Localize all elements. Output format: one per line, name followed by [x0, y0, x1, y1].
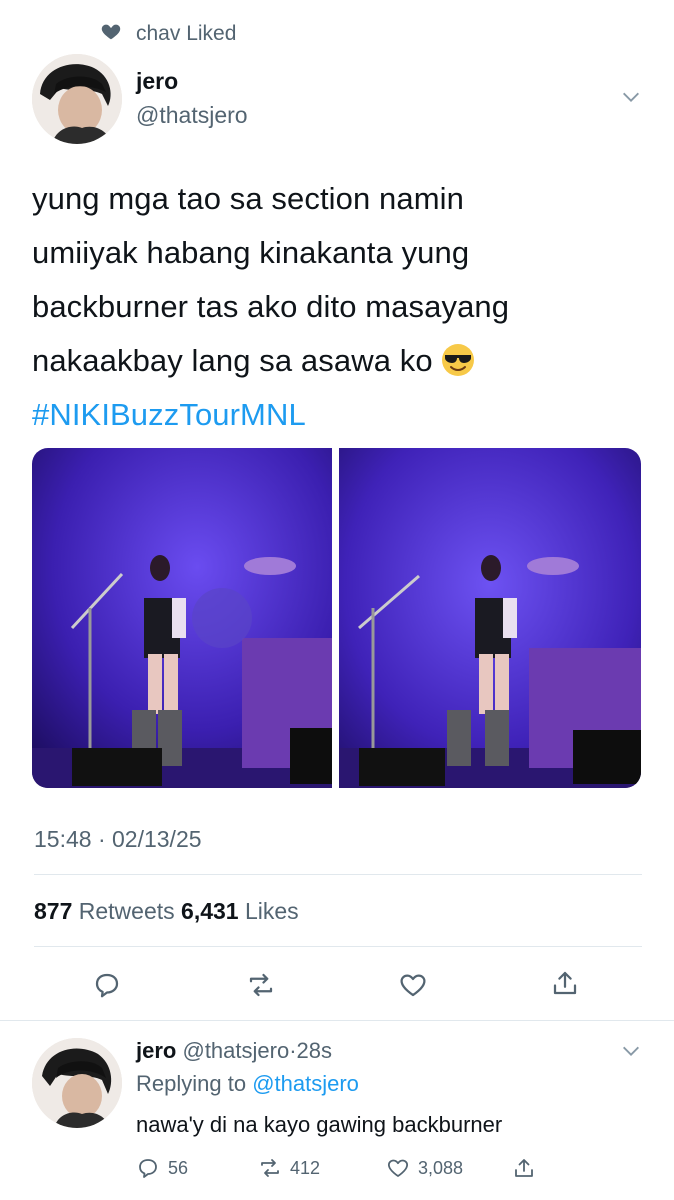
chevron-down-icon[interactable] — [620, 1040, 642, 1067]
social-context: chav Liked — [100, 20, 236, 48]
reply-header: jero @thatsjero·28s — [136, 1038, 332, 1064]
likes-count[interactable]: 6,431 — [181, 898, 239, 924]
reply-button[interactable] — [92, 970, 122, 1005]
author-name[interactable]: jero — [136, 68, 178, 95]
tweet-timestamp[interactable]: 15:48 · 02/13/25 — [34, 826, 202, 853]
tweet-text-line: umiiyak habang kinakanta yung — [32, 235, 470, 270]
reply-author-handle[interactable]: @thatsjero — [182, 1038, 289, 1063]
divider — [0, 1020, 674, 1021]
social-context-label: chav Liked — [136, 22, 237, 45]
like-button[interactable] — [398, 970, 428, 1005]
author-handle[interactable]: @thatsjero — [136, 102, 248, 129]
tweet-stats: 877 Retweets 6,431 Likes — [34, 898, 299, 925]
tweet-text-line: nakaakbay lang sa asawa ko — [32, 334, 632, 388]
heart-filled-icon — [100, 20, 122, 48]
share-button[interactable] — [550, 968, 580, 1003]
tweet-text-line: backburner tas ako dito masayang — [32, 289, 510, 324]
heart-icon — [387, 1159, 409, 1177]
chevron-down-icon[interactable] — [620, 86, 642, 113]
reply-author-name[interactable]: jero — [136, 1038, 176, 1063]
heart-icon — [400, 974, 426, 997]
reply-reply-count: 56 — [168, 1157, 189, 1178]
tweet-photo-2[interactable] — [339, 448, 641, 788]
divider — [34, 874, 642, 875]
reply-separator: · — [289, 1038, 297, 1063]
tweet-text: yung mga tao sa section namin umiiyak ha… — [32, 172, 632, 442]
reply-like-button[interactable]: 3,088 — [386, 1156, 463, 1180]
replying-to-label: Replying to — [136, 1071, 247, 1096]
tweet-text-line: yung mga tao sa section namin — [32, 181, 464, 216]
reply-retweet-count: 412 — [290, 1157, 321, 1178]
reply-icon — [139, 1159, 157, 1178]
divider — [34, 946, 642, 947]
retweet-icon — [261, 1159, 279, 1177]
tweet-photo-1[interactable] — [32, 448, 332, 788]
retweet-button[interactable] — [246, 970, 276, 1005]
replying-to: Replying to @thatsjero — [136, 1071, 359, 1097]
retweets-count[interactable]: 877 — [34, 898, 72, 924]
sunglasses-emoji-icon — [441, 340, 475, 376]
reply-like-count: 3,088 — [418, 1157, 464, 1178]
hashtag-link[interactable]: #NIKIBuzzTourMNL — [32, 388, 632, 442]
reply-share-button[interactable] — [512, 1156, 536, 1180]
reply-text: nawa'y di na kayo gawing backburner — [136, 1112, 503, 1137]
author-avatar[interactable] — [32, 54, 122, 144]
reply-time[interactable]: 28s — [297, 1038, 332, 1063]
share-icon — [553, 971, 577, 995]
retweet-icon — [249, 973, 273, 997]
reply-icon — [95, 973, 119, 998]
reply-retweet-button[interactable]: 412 — [258, 1156, 320, 1180]
share-icon — [515, 1159, 533, 1177]
reply-reply-button[interactable]: 56 — [136, 1156, 188, 1180]
retweets-label[interactable]: Retweets — [79, 898, 175, 924]
replying-to-handle[interactable]: @thatsjero — [252, 1071, 359, 1096]
likes-label[interactable]: Likes — [245, 898, 299, 924]
reply-author-avatar[interactable] — [32, 1038, 122, 1128]
